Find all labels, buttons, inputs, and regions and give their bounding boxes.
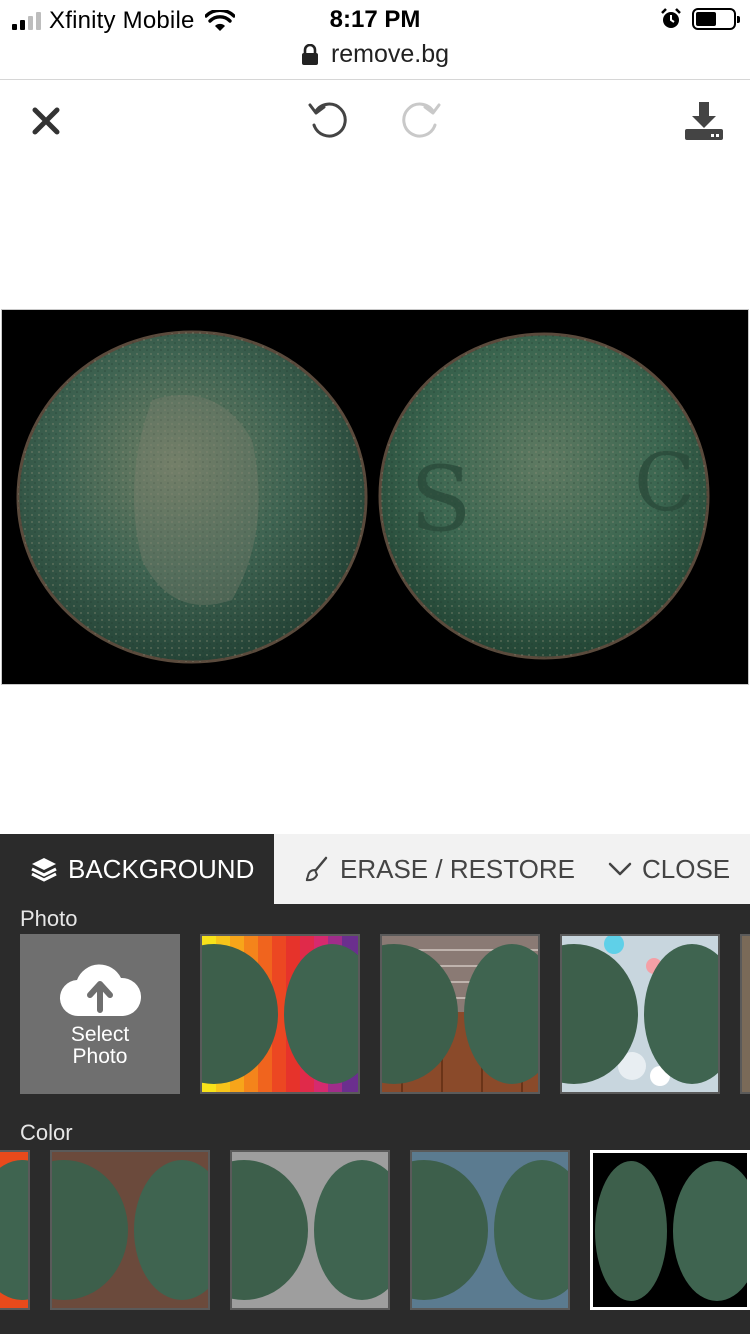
undo-icon: [308, 102, 347, 138]
color-swatch-slate-blue[interactable]: [410, 1150, 570, 1310]
tab-background[interactable]: BACKGROUND: [0, 834, 274, 904]
url-text: remove.bg: [330, 40, 450, 68]
layers-icon: [31, 858, 57, 882]
editor-canvas[interactable]: S C: [0, 161, 750, 834]
undo-button[interactable]: [302, 95, 354, 147]
redo-icon: [402, 102, 441, 138]
battery-icon: [692, 8, 740, 30]
color-swatch-gray[interactable]: [230, 1150, 390, 1310]
photo-background-rainbow[interactable]: [200, 934, 360, 1094]
clock: 8:17 PM: [329, 6, 421, 33]
status-bar: Xfinity Mobile 8:17 PM remove.bg: [0, 0, 750, 80]
tab-background-label: BACKGROUND: [68, 853, 255, 884]
status-right: [660, 8, 740, 30]
svg-text:S: S: [410, 447, 472, 552]
photo-backgrounds-row: Select Photo: [0, 934, 750, 1094]
photo-background-bokeh[interactable]: [560, 934, 720, 1094]
select-photo-label: Select Photo: [70, 1023, 130, 1068]
editor-toolbar: [0, 81, 750, 161]
photo-background-brick[interactable]: [380, 934, 540, 1094]
photo-section-label: Photo: [20, 906, 78, 931]
download-icon: [685, 102, 723, 140]
tab-erase-restore-label: ERASE / RESTORE: [340, 853, 576, 884]
photo-background-more[interactable]: [740, 934, 750, 1094]
background-panel: BACKGROUND ERASE / RESTORE CLOSE Photo S…: [0, 834, 750, 1334]
close-button[interactable]: [20, 95, 72, 147]
cloud-upload-icon: [59, 964, 141, 1017]
close-icon: [32, 107, 60, 135]
coins-image: S C: [2, 310, 748, 684]
color-swatch-orange[interactable]: [0, 1150, 30, 1310]
tab-close[interactable]: CLOSE: [608, 834, 730, 904]
tab-close-label: CLOSE: [642, 853, 731, 884]
url-bar[interactable]: remove.bg: [0, 40, 750, 69]
panel-tabs: BACKGROUND ERASE / RESTORE CLOSE: [0, 834, 750, 904]
color-swatch-black[interactable]: [590, 1150, 750, 1310]
download-button[interactable]: [678, 95, 730, 147]
chevron-down-icon: [608, 862, 632, 876]
color-section-label: Color: [20, 1120, 73, 1145]
alarm-icon: [661, 8, 681, 28]
edited-photo[interactable]: S C: [1, 309, 749, 685]
brush-icon: [305, 856, 328, 882]
lock-icon: [301, 43, 318, 65]
tab-erase-restore[interactable]: ERASE / RESTORE: [304, 834, 575, 904]
redo-button[interactable]: [395, 95, 447, 147]
svg-text:C: C: [634, 436, 695, 529]
color-swatches-row: [0, 1150, 750, 1310]
select-photo-button[interactable]: Select Photo: [20, 934, 180, 1094]
color-swatch-brown[interactable]: [50, 1150, 210, 1310]
